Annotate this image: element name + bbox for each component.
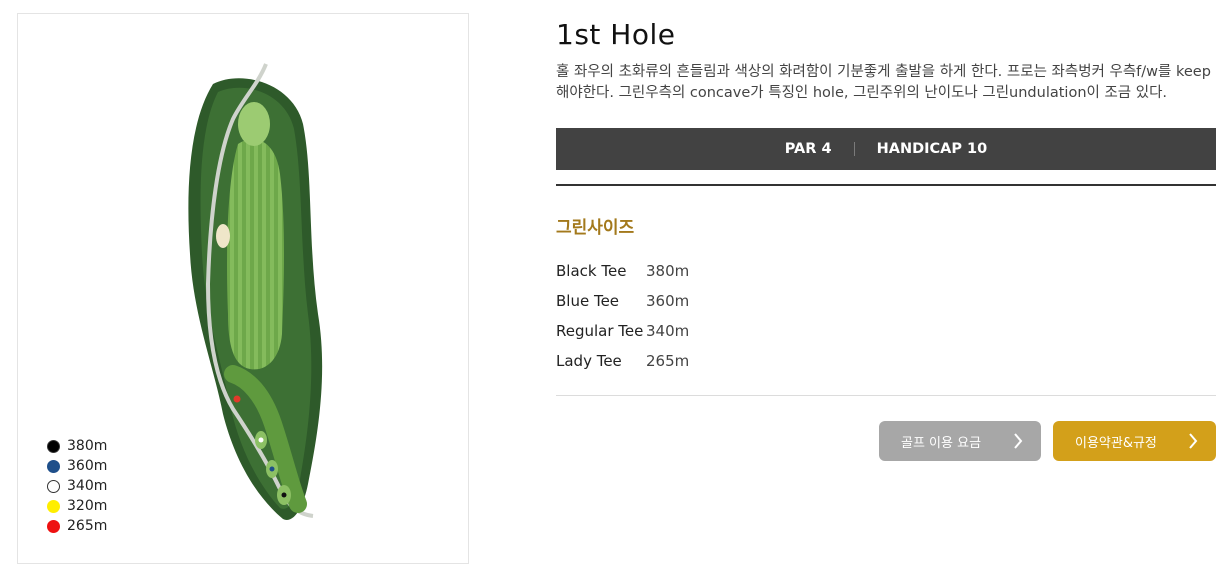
legend-item: 380m [47,436,107,456]
tee-name: Blue Tee [556,292,620,310]
section-divider [556,395,1216,396]
legend-label: 265m [67,518,108,534]
info-divider [853,142,855,156]
chevron-right-icon [1014,433,1023,449]
legend-item: 360m [47,456,107,476]
green [238,102,270,146]
green-size-title: 그린사이즈 [556,218,635,238]
tee-distance: 340m [646,322,690,340]
legend-dot-red [47,519,60,533]
legend-dot-white [47,479,60,493]
terms-button[interactable]: 이용약관&규정 [1053,421,1216,461]
list-item: Black Tee 380m [556,256,689,286]
tee-marker-white [258,437,264,443]
terms-label: 이용약관&규정 [1075,435,1157,451]
info-divider-line [556,184,1216,186]
list-item: Lady Tee 265m [556,346,689,376]
legend-dot-black [47,439,60,453]
golf-fee-button[interactable]: 골프 이용 요금 [879,421,1041,461]
legend-dot-yellow [47,499,60,513]
bunker [216,224,230,248]
tee-marker-blue [269,466,275,472]
legend-label: 320m [67,498,108,514]
tee-distance: 360m [646,292,690,310]
chevron-right-icon [1189,433,1198,449]
tee-marker-red [233,395,241,403]
tee-marker-black [281,492,287,498]
tee-legend: 380m 360m 340m 320m 265m [47,436,107,536]
par-label: PAR 4 [784,141,832,157]
fairway [227,139,284,370]
tee-distance: 380m [646,262,690,280]
golf-fee-label: 골프 이용 요금 [901,435,982,451]
legend-item: 340m [47,476,107,496]
tee-name: Lady Tee [556,352,622,370]
hole-map-panel: 380m 360m 340m 320m 265m [17,13,469,564]
legend-item: 265m [47,516,107,536]
legend-item: 320m [47,496,107,516]
legend-dot-blue [47,459,60,473]
hole-info-bar: PAR 4 HANDICAP 10 [556,128,1216,170]
list-item: Blue Tee 360m [556,286,689,316]
hole-title: 1st Hole [556,18,676,51]
legend-label: 340m [67,478,108,494]
handicap-label: HANDICAP 10 [876,141,988,157]
tee-name: Black Tee [556,262,627,280]
list-item: Regular Tee 340m [556,316,689,346]
hole-description: 홀 좌우의 초화류의 흔들림과 색상의 화려함이 기분좋게 출발을 하게 한다.… [556,64,1211,101]
legend-label: 380m [67,438,108,454]
legend-label: 360m [67,458,108,474]
tee-distance-list: Black Tee 380m Blue Tee 360m Regular Tee… [556,256,689,376]
tee-name: Regular Tee [556,322,644,340]
tee-distance: 265m [646,352,690,370]
